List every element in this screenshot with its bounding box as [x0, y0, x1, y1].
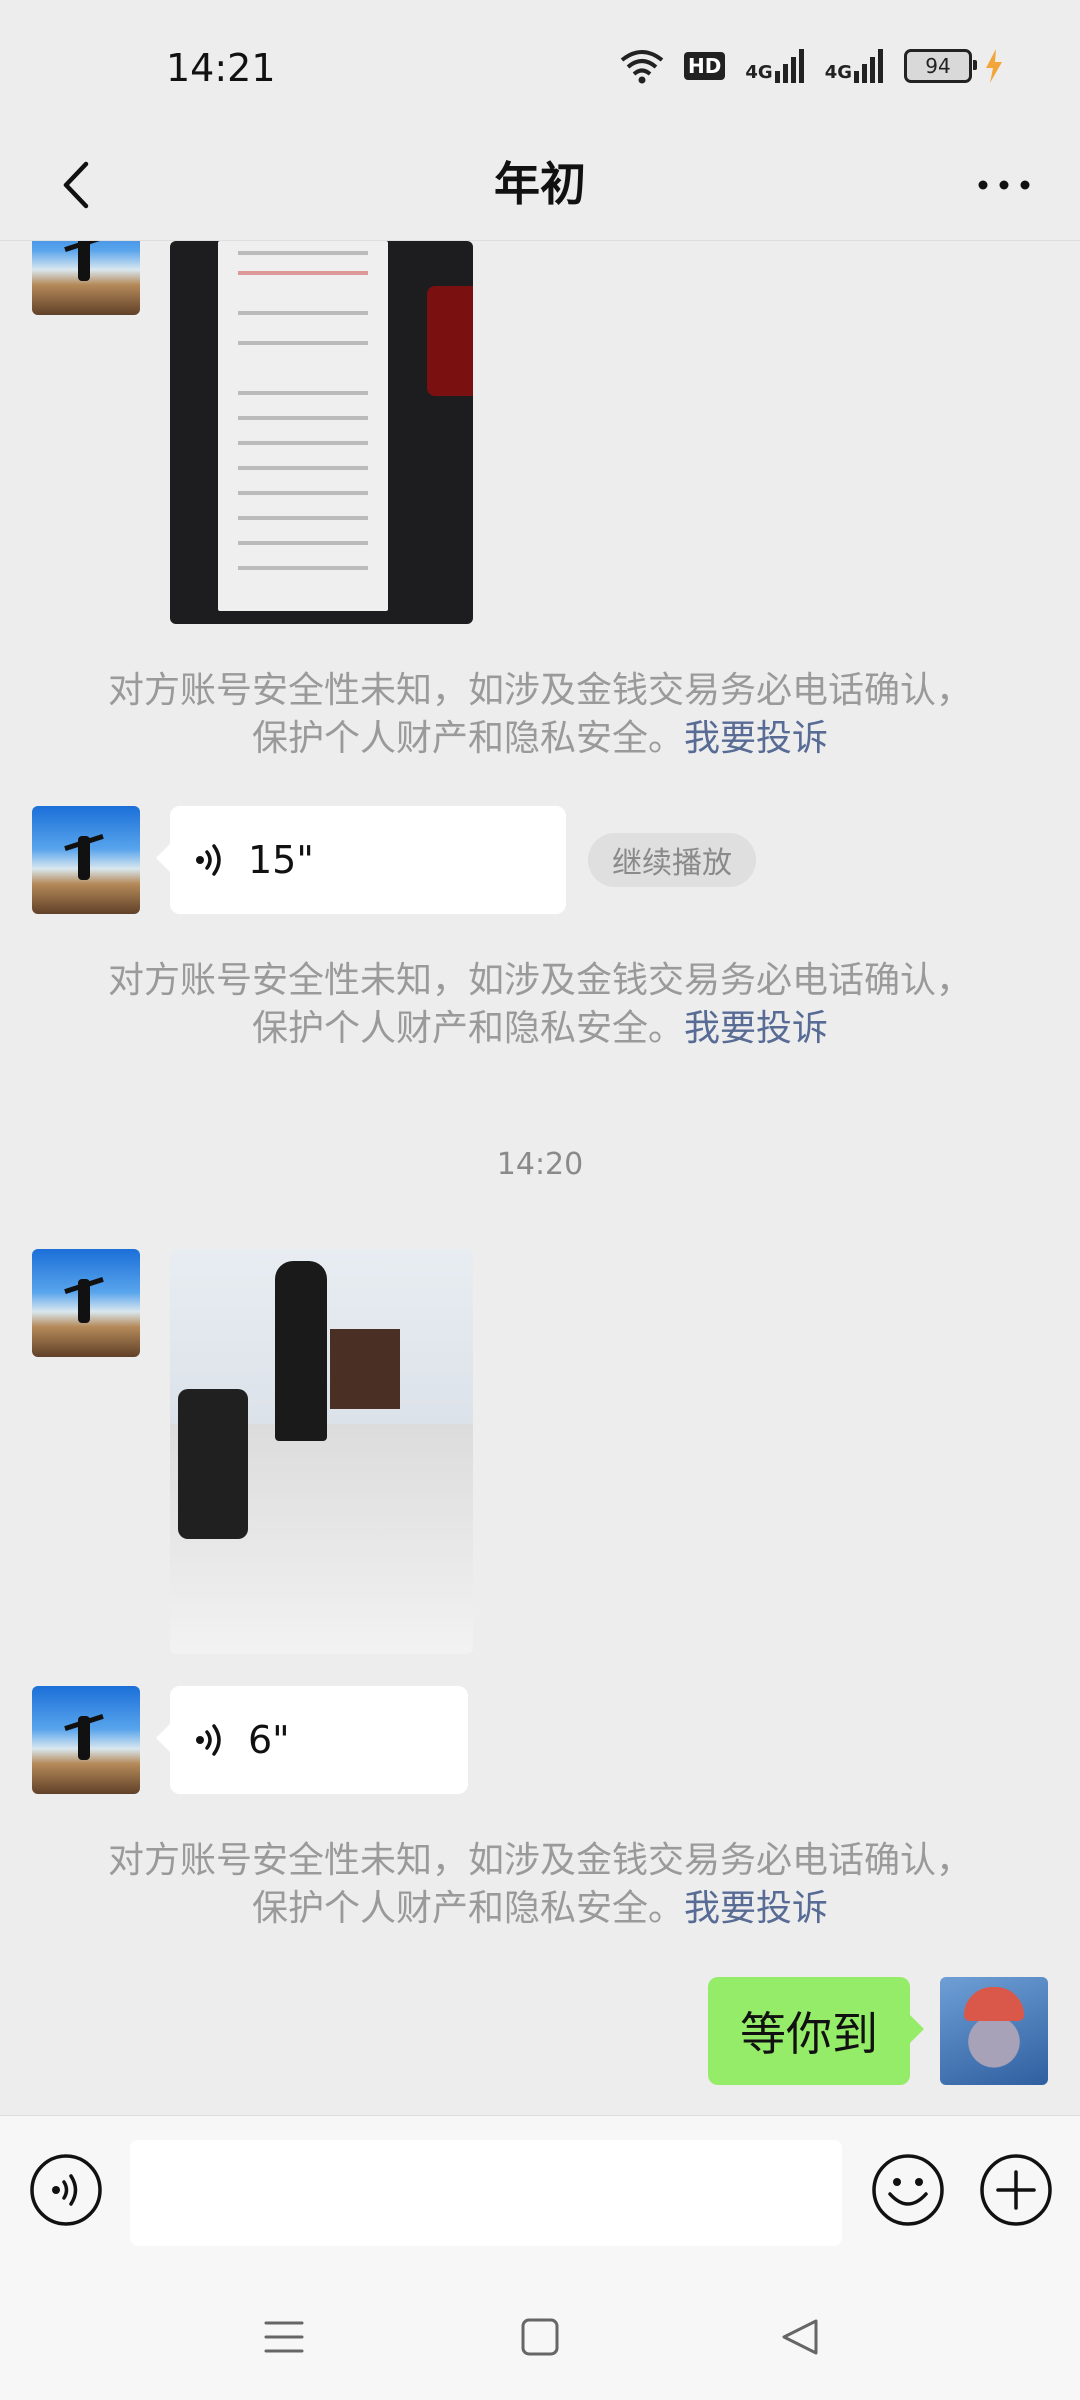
battery-level: 94 — [925, 54, 951, 78]
wifi-icon — [620, 50, 664, 84]
document-image — [218, 241, 388, 611]
back-triangle-icon[interactable] — [778, 2315, 822, 2359]
warning-line-2: 保护个人财产和隐私安全。我要投诉 — [0, 1005, 1080, 1053]
room-person — [275, 1261, 327, 1441]
room-desk — [330, 1329, 400, 1409]
warning-line-1: 对方账号安全性未知，如涉及金钱交易务必电话确认， — [107, 1840, 972, 1881]
avatar-figure — [78, 1716, 90, 1760]
voice-message[interactable]: 6" — [156, 1686, 468, 1794]
emoji-icon[interactable] — [870, 2152, 946, 2228]
warning-line-2: 保护个人财产和隐私安全。我要投诉 — [0, 1885, 1080, 1933]
warning-line-2: 保护个人财产和隐私安全。我要投诉 — [0, 715, 1080, 763]
voice-wave-icon — [196, 1724, 221, 1756]
lightning-icon — [986, 49, 1002, 83]
warning-line-2-text: 保护个人财产和隐私安全。 — [251, 1008, 684, 1049]
my-avatar[interactable] — [940, 1977, 1048, 2085]
security-warning: 对方账号安全性未知，如涉及金钱交易务必电话确认， 保护个人财产和隐私安全。我要投… — [0, 957, 1080, 1053]
continue-playing-button[interactable]: 继续播放 — [588, 833, 756, 887]
image-message[interactable] — [170, 241, 473, 624]
signal-2-label: 4G — [824, 62, 852, 83]
voice-duration: 15" — [248, 838, 314, 882]
report-link[interactable]: 我要投诉 — [684, 718, 828, 759]
avatar-figure — [78, 836, 90, 880]
contact-avatar[interactable] — [32, 1249, 140, 1357]
message-input[interactable] — [130, 2140, 842, 2246]
warning-line-2-text: 保护个人财产和隐私安全。 — [251, 1888, 684, 1929]
status-icons: HD 4G 4G 94 — [620, 44, 1004, 88]
message-timestamp: 14:20 — [496, 1147, 584, 1182]
chat-title: 年初 — [494, 157, 586, 211]
report-link[interactable]: 我要投诉 — [684, 1888, 828, 1929]
sent-text-message[interactable]: 等你到 — [708, 1977, 924, 2085]
chat-messages[interactable]: 对方账号安全性未知，如涉及金钱交易务必电话确认， 保护个人财产和隐私安全。我要投… — [0, 240, 1080, 2116]
contact-avatar[interactable] — [32, 806, 140, 914]
more-button[interactable] — [964, 150, 1044, 220]
chat-header: 年初 — [0, 130, 1080, 240]
more-dots-icon — [978, 180, 1030, 190]
avatar-figure — [78, 241, 90, 281]
contact-avatar[interactable] — [32, 241, 140, 315]
plus-icon[interactable] — [978, 2152, 1054, 2228]
status-time: 14:21 — [166, 46, 276, 90]
report-link[interactable]: 我要投诉 — [684, 1008, 828, 1049]
contact-avatar[interactable] — [32, 1686, 140, 1794]
warning-line-1: 对方账号安全性未知，如涉及金钱交易务必电话确认， — [107, 670, 972, 711]
voice-duration: 6" — [248, 1718, 290, 1762]
signal-bars-icon — [774, 49, 804, 83]
room-chair — [178, 1389, 248, 1539]
security-warning: 对方账号安全性未知，如涉及金钱交易务必电话确认， 保护个人财产和隐私安全。我要投… — [0, 1837, 1080, 1933]
signal-2: 4G — [825, 49, 884, 83]
image-message[interactable] — [170, 1249, 473, 1654]
input-bar — [0, 2115, 1080, 2271]
red-object — [427, 286, 473, 396]
signal-1: 4G — [745, 49, 804, 83]
warning-line-2-text: 保护个人财产和隐私安全。 — [251, 718, 684, 759]
voice-wave-icon — [196, 844, 221, 876]
system-navigation-bar — [0, 2270, 1080, 2400]
battery-indicator: 94 — [904, 49, 977, 83]
warning-line-1: 对方账号安全性未知，如涉及金钱交易务必电话确认， — [107, 960, 972, 1001]
avatar-hat — [964, 1987, 1024, 2021]
signal-bars-icon — [854, 49, 883, 83]
status-bar: 14:21 HD 4G 4G 94 — [0, 0, 1080, 130]
signal-1-label: 4G — [745, 62, 773, 83]
avatar-figure — [78, 1279, 90, 1323]
voice-message[interactable]: 15" — [156, 806, 566, 914]
menu-icon[interactable] — [262, 2315, 306, 2359]
security-warning: 对方账号安全性未知，如涉及金钱交易务必电话确认， 保护个人财产和隐私安全。我要投… — [0, 667, 1080, 763]
voice-toggle-icon[interactable] — [28, 2152, 104, 2228]
home-icon[interactable] — [518, 2315, 562, 2359]
hd-badge: HD — [684, 52, 726, 80]
